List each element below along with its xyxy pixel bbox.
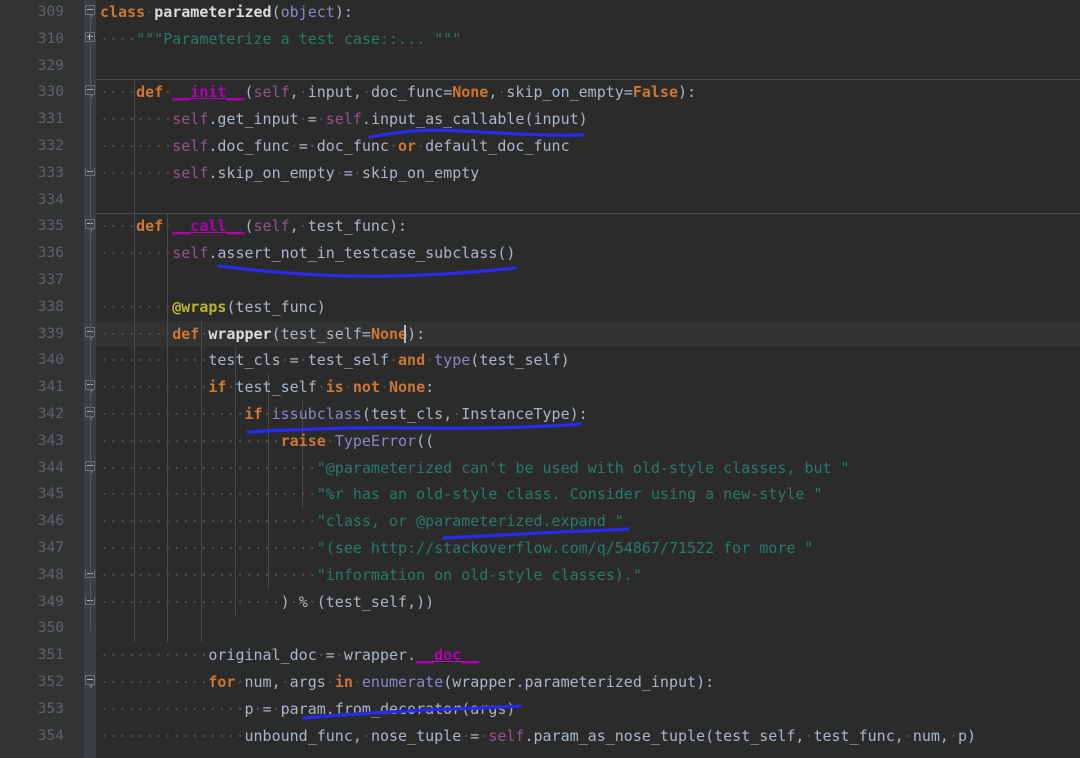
code-line[interactable]: ················if·issubclass(test_cls,·… <box>100 401 588 428</box>
code-line[interactable]: ····def·__call__(self,·test_func): <box>100 213 407 240</box>
code-line[interactable]: ················unbound_func,·nose_tuple… <box>100 723 976 750</box>
code-line[interactable]: ························"(see http://sta… <box>100 535 813 562</box>
code-line[interactable]: ········self.assert_not_in_testcase_subc… <box>100 240 515 267</box>
code-line[interactable]: ························"class, or @para… <box>100 508 624 535</box>
code-line[interactable]: ········self.doc_func·=·doc_func·or·defa… <box>100 133 570 160</box>
code-editor[interactable]: 309 310 329 330 331 332 333 334 335 336 337 338 339 3… <box>0 0 1080 758</box>
code-line[interactable]: ················p·=·param.from_decorator… <box>100 696 515 723</box>
code-line[interactable]: ············for·num,·args·in·enumerate(w… <box>100 669 714 696</box>
code-line[interactable]: ····def·__init__(self,·input,·doc_func=N… <box>100 79 696 106</box>
code-line[interactable]: ············test_cls·=·test_self·and·typ… <box>100 347 570 374</box>
code-line[interactable]: ········self.get_input·=·self.input_as_c… <box>100 106 588 133</box>
code-line[interactable]: ········def·wrapper(test_self=None): <box>100 321 425 348</box>
code-line[interactable]: ························"information on … <box>100 562 642 589</box>
code-line[interactable]: ········@wraps(test_func) <box>100 294 326 321</box>
code-line[interactable]: class·parameterized(object): <box>100 0 353 26</box>
code-line[interactable]: ········self.skip_on_empty·=·skip_on_emp… <box>100 160 479 187</box>
code-line[interactable]: ························"@parameterized … <box>100 455 850 482</box>
code-line[interactable]: ························"%r has an old-s… <box>100 481 822 508</box>
code-line[interactable]: ············if·test_self·is·not·None: <box>100 374 434 401</box>
code-line[interactable]: ············original_doc·=·wrapper.__doc… <box>100 642 479 669</box>
code-line[interactable]: ····················)·%·(test_self,)) <box>100 589 434 616</box>
text-caret <box>404 324 406 344</box>
code-line[interactable]: ····"""Parameterize a test case::... """ <box>100 26 461 53</box>
code-line[interactable]: ····················raise·TypeError(( <box>100 428 434 455</box>
code-text-layer[interactable]: class·parameterized(object): ····"""Param… <box>0 0 1080 758</box>
